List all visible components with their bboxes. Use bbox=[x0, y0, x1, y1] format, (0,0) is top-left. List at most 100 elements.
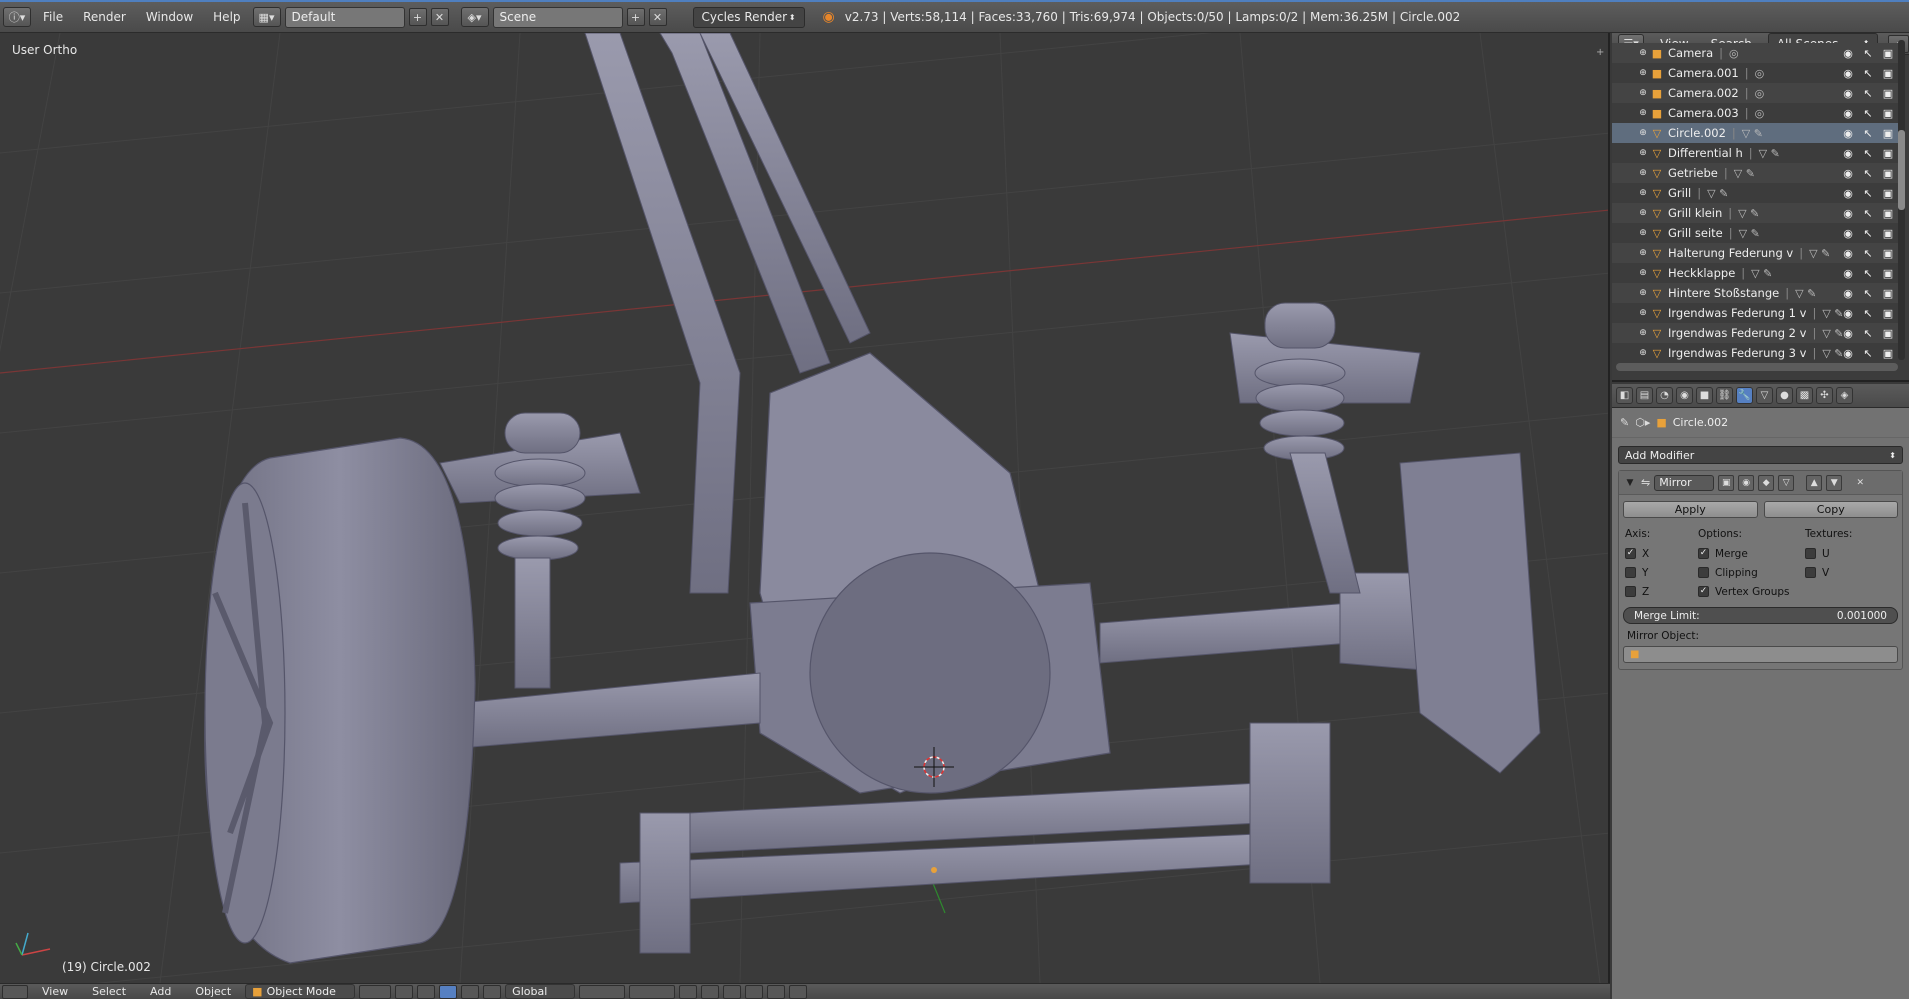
renderability-camera-icon[interactable]: ▣ bbox=[1882, 147, 1894, 160]
renderability-camera-icon[interactable]: ▣ bbox=[1882, 227, 1894, 240]
expand-plus-icon[interactable]: ⊕ bbox=[1636, 68, 1650, 78]
renderability-camera-icon[interactable]: ▣ bbox=[1882, 327, 1894, 340]
cage-toggle-icon[interactable]: ▽ bbox=[1778, 474, 1795, 491]
menu-view[interactable]: View bbox=[32, 985, 78, 998]
menu-add[interactable]: Add bbox=[140, 985, 181, 998]
outliner-row[interactable]: ⊕ ▽ Heckklappe | ▽ ✎ ◉ ↖ ▣ bbox=[1612, 263, 1898, 283]
selectability-arrow-icon[interactable]: ↖ bbox=[1862, 227, 1874, 240]
visibility-eye-icon[interactable]: ◉ bbox=[1842, 287, 1854, 300]
snap-button[interactable] bbox=[723, 984, 742, 999]
selectability-arrow-icon[interactable]: ↖ bbox=[1862, 307, 1874, 320]
outliner-row[interactable]: ⊕ ▽ Differential h | ▽ ✎ ◉ ↖ ▣ bbox=[1612, 143, 1898, 163]
scrollbar-thumb[interactable] bbox=[1898, 130, 1905, 210]
selectability-arrow-icon[interactable]: ↖ bbox=[1862, 87, 1874, 100]
particles-tab-icon[interactable]: ✣ bbox=[1816, 387, 1833, 404]
render-tab-icon[interactable]: ◧ bbox=[1616, 387, 1633, 404]
menu-select[interactable]: Select bbox=[82, 985, 136, 998]
axis-x-checkbox[interactable]: ✓ X bbox=[1625, 546, 1698, 561]
translate-manipulator-button[interactable] bbox=[439, 984, 458, 999]
renderability-camera-icon[interactable]: ▣ bbox=[1882, 307, 1894, 320]
visibility-eye-icon[interactable]: ◉ bbox=[1842, 207, 1854, 220]
remove-modifier-close-icon[interactable]: ✕ bbox=[1852, 475, 1868, 491]
layers-grid-1[interactable] bbox=[579, 984, 626, 999]
transform-orientation-dropdown[interactable]: Global bbox=[505, 984, 576, 999]
layers-grid-2[interactable] bbox=[629, 984, 676, 999]
selectability-arrow-icon[interactable]: ↖ bbox=[1862, 207, 1874, 220]
viewport-corner-plus-icon[interactable]: + bbox=[1596, 47, 1604, 58]
viewport-shading-dropdown[interactable] bbox=[359, 984, 392, 999]
renderability-camera-icon[interactable]: ▣ bbox=[1882, 127, 1894, 140]
menu-file[interactable]: File bbox=[35, 10, 71, 24]
menu-object[interactable]: Object bbox=[185, 985, 241, 998]
render-animation-button[interactable] bbox=[789, 984, 808, 999]
outliner-row[interactable]: ⊕ ▽ Grill | ▽ ✎ ◉ ↖ ▣ bbox=[1612, 183, 1898, 203]
move-up-icon[interactable]: ▲ bbox=[1806, 474, 1823, 491]
mesh-data-modifier-icon[interactable]: ▽ ✎ bbox=[1822, 347, 1843, 360]
expand-plus-icon[interactable]: ⊕ bbox=[1636, 348, 1650, 358]
outliner-row[interactable]: ⊕ ▽ Irgendwas Federung 1 v | ▽ ✎ ◉ ↖ ▣ bbox=[1612, 303, 1898, 323]
render-toggle-icon[interactable]: ▣ bbox=[1718, 474, 1735, 491]
outliner-item-name[interactable]: Irgendwas Federung 1 v bbox=[1668, 306, 1806, 320]
renderability-camera-icon[interactable]: ▣ bbox=[1882, 107, 1894, 120]
outliner-item-name[interactable]: Circle.002 bbox=[1668, 126, 1726, 140]
texture-tab-icon[interactable]: ▩ bbox=[1796, 387, 1813, 404]
selectability-arrow-icon[interactable]: ↖ bbox=[1862, 327, 1874, 340]
screen-layout-browse-button[interactable]: ▦▾ bbox=[252, 7, 281, 27]
vertex-groups-checkbox[interactable]: ✓ Vertex Groups bbox=[1698, 584, 1805, 599]
outliner-item-name[interactable]: Differential h bbox=[1668, 146, 1743, 160]
selectability-arrow-icon[interactable]: ↖ bbox=[1862, 167, 1874, 180]
outliner-item-name[interactable]: Grill klein bbox=[1668, 206, 1722, 220]
material-tab-icon[interactable]: ● bbox=[1776, 387, 1793, 404]
visibility-eye-icon[interactable]: ◉ bbox=[1842, 187, 1854, 200]
world-tab-icon[interactable]: ◉ bbox=[1676, 387, 1693, 404]
mesh-data-modifier-icon[interactable]: ▽ ✎ bbox=[1759, 147, 1780, 160]
proportional-edit-button[interactable] bbox=[701, 984, 720, 999]
outliner-item-name[interactable]: Camera bbox=[1668, 46, 1713, 60]
renderability-camera-icon[interactable]: ▣ bbox=[1882, 287, 1894, 300]
data-tab-icon[interactable]: ▽ bbox=[1756, 387, 1773, 404]
interaction-mode-dropdown[interactable]: ■ Object Mode bbox=[245, 984, 356, 999]
renderability-camera-icon[interactable]: ▣ bbox=[1882, 87, 1894, 100]
render-layers-tab-icon[interactable]: ▤ bbox=[1636, 387, 1653, 404]
outliner-item-name[interactable]: Getriebe bbox=[1668, 166, 1718, 180]
outliner-row[interactable]: ⊕ ■ Camera.001 | ◎ ◉ ↖ ▣ bbox=[1612, 63, 1898, 83]
visibility-eye-icon[interactable]: ◉ bbox=[1842, 107, 1854, 120]
outliner-row[interactable]: ⊕ ▽ Grill seite | ▽ ✎ ◉ ↖ ▣ bbox=[1612, 223, 1898, 243]
pin-icon[interactable]: ✎ bbox=[1620, 416, 1629, 429]
mesh-data-modifier-icon[interactable]: ▽ ✎ bbox=[1822, 307, 1843, 320]
physics-tab-icon[interactable]: ◈ bbox=[1836, 387, 1853, 404]
outliner-item-name[interactable]: Hintere Stoßstange bbox=[1668, 286, 1779, 300]
selectability-arrow-icon[interactable]: ↖ bbox=[1862, 67, 1874, 80]
clipping-checkbox[interactable]: Clipping bbox=[1698, 565, 1805, 580]
outliner-item-name[interactable]: Irgendwas Federung 3 v bbox=[1668, 346, 1806, 360]
expand-plus-icon[interactable]: ⊕ bbox=[1636, 48, 1650, 58]
selectability-arrow-icon[interactable]: ↖ bbox=[1862, 47, 1874, 60]
viewport-toggle-eye-icon[interactable]: ◉ bbox=[1738, 474, 1755, 491]
axis-z-checkbox[interactable]: Z bbox=[1625, 584, 1698, 599]
outliner-row[interactable]: ⊕ ▽ Irgendwas Federung 2 v | ▽ ✎ ◉ ↖ ▣ bbox=[1612, 323, 1898, 343]
snap-element-dropdown[interactable] bbox=[745, 984, 764, 999]
outliner-row[interactable]: ⊕ ■ Camera.002 | ◎ ◉ ↖ ▣ bbox=[1612, 83, 1898, 103]
modifier-name-field[interactable]: Mirror bbox=[1654, 474, 1715, 491]
visibility-eye-icon[interactable]: ◉ bbox=[1842, 127, 1854, 140]
constraints-tab-icon[interactable]: ⛓ bbox=[1716, 387, 1733, 404]
camera-data-icon[interactable]: ◎ bbox=[1755, 87, 1765, 100]
move-down-icon[interactable]: ▼ bbox=[1826, 474, 1843, 491]
manipulator-toggle[interactable] bbox=[417, 984, 436, 999]
add-scene-button[interactable]: + bbox=[626, 8, 645, 26]
visibility-eye-icon[interactable]: ◉ bbox=[1842, 227, 1854, 240]
outliner-item-name[interactable]: Camera.003 bbox=[1668, 106, 1739, 120]
mesh-data-modifier-icon[interactable]: ▽ ✎ bbox=[1739, 227, 1760, 240]
renderability-camera-icon[interactable]: ▣ bbox=[1882, 207, 1894, 220]
editmode-toggle-icon[interactable]: ◆ bbox=[1758, 474, 1775, 491]
render-engine-dropdown[interactable]: Cycles Render ⬍ bbox=[692, 6, 805, 28]
3d-viewport[interactable]: User Ortho (19) Circle.002 + bbox=[0, 33, 1610, 983]
menu-render[interactable]: Render bbox=[75, 10, 134, 24]
apply-button[interactable]: Apply bbox=[1623, 501, 1758, 518]
editor-type-info-button[interactable]: ⓘ▾ bbox=[3, 7, 31, 27]
outliner-item-name[interactable]: Grill bbox=[1668, 186, 1691, 200]
mesh-data-modifier-icon[interactable]: ▽ ✎ bbox=[1822, 327, 1843, 340]
object-tab-icon[interactable]: ■ bbox=[1696, 387, 1713, 404]
merge-limit-slider[interactable]: Merge Limit: 0.001000 bbox=[1623, 607, 1898, 624]
outliner-row[interactable]: ⊕ ■ Camera.003 | ◎ ◉ ↖ ▣ bbox=[1612, 103, 1898, 123]
